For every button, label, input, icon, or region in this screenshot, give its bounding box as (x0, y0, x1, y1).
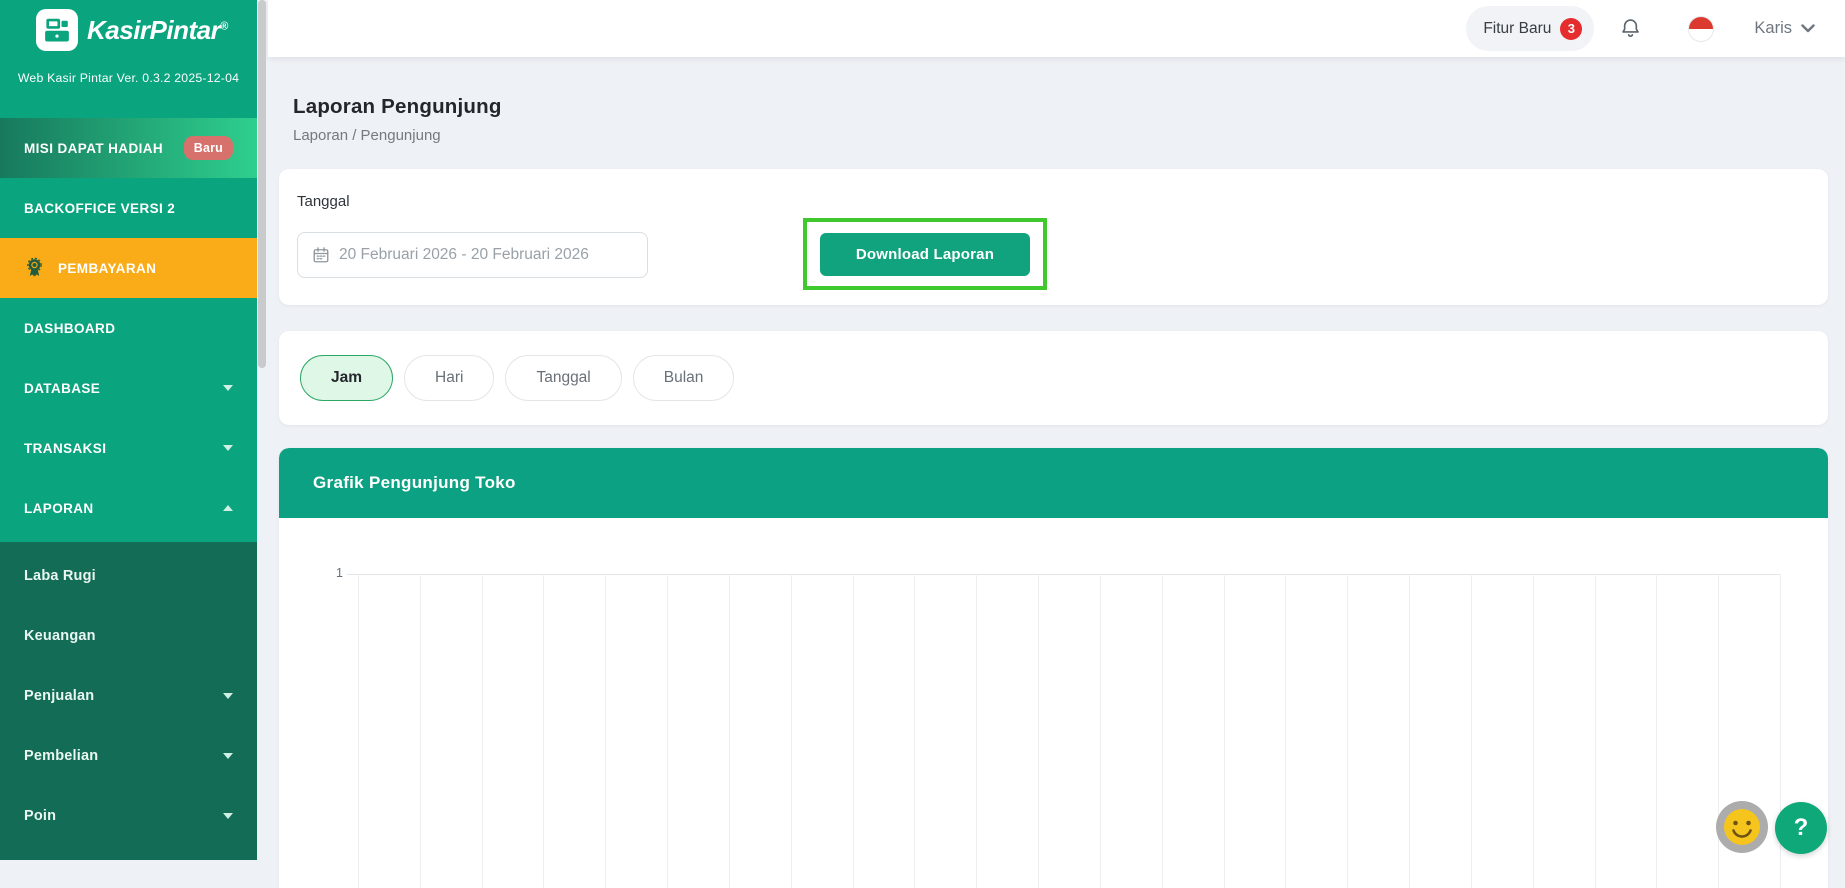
breadcrumb: Laporan / Pengunjung (293, 127, 502, 144)
sidebar-item-label: TRANSAKSI (24, 441, 106, 456)
language-flag-indonesia[interactable] (1688, 16, 1714, 42)
smiley-icon (1716, 801, 1768, 853)
y-gridline-top (347, 574, 1780, 575)
sidebar-item-label: DASHBOARD (24, 321, 115, 336)
chevron-down-icon (1801, 24, 1815, 33)
x-gridline (1224, 574, 1225, 888)
interval-tabs: JamHariTanggal Bulan (300, 355, 734, 401)
chart-plot-area: 1 (279, 518, 1828, 888)
sidebar-submenu-laporan: Laba Rugi Keuangan Penjualan Pembelian Poin (0, 542, 257, 860)
x-gridline (791, 574, 792, 888)
x-gridline (1471, 574, 1472, 888)
x-gridline (420, 574, 421, 888)
cash-register-icon (36, 9, 78, 51)
app-version: Web Kasir Pintar Ver. 0.3.2 2025-12-04 (0, 71, 257, 85)
x-gridline (605, 574, 606, 888)
sidebar-item-label: BACKOFFICE VERSI 2 (24, 201, 175, 216)
x-gridline (976, 574, 977, 888)
chart-title: Grafik Pengunjung Toko (313, 473, 516, 493)
caret-down-icon (223, 753, 233, 759)
caret-up-icon (223, 505, 233, 511)
tab-bulan[interactable]: Bulan (633, 355, 735, 401)
x-gridline (1533, 574, 1534, 888)
fitur-baru-button[interactable]: Fitur Baru 3 (1466, 6, 1594, 51)
x-gridline (1409, 574, 1410, 888)
x-gridline (1285, 574, 1286, 888)
submenu-item-label: Laba Rugi (24, 568, 96, 584)
sidebar-item-database[interactable]: DATABASE (0, 358, 257, 418)
sidebar: KasirPintar® Web Kasir Pintar Ver. 0.3.2… (0, 0, 257, 860)
date-range-input[interactable]: 20 Februari 2026 - 20 Februari 2026 (297, 232, 648, 278)
sidebar-item-label: LAPORAN (24, 501, 94, 516)
x-gridline (1162, 574, 1163, 888)
x-gridline (482, 574, 483, 888)
download-laporan-button[interactable]: Download Laporan (820, 233, 1030, 276)
sidebar-item-dashboard[interactable]: DASHBOARD (0, 298, 257, 358)
user-name: Karis (1754, 19, 1792, 38)
submenu-item-pembelian[interactable]: Pembelian (0, 726, 257, 786)
user-menu[interactable]: Karis (1754, 19, 1815, 38)
bell-icon (1619, 17, 1642, 40)
sidebar-item-transaksi[interactable]: TRANSAKSI (0, 418, 257, 478)
submenu-item-laba-rugi[interactable]: Laba Rugi (0, 546, 257, 606)
submenu-item-label: Pembelian (24, 748, 98, 764)
x-gridline (853, 574, 854, 888)
submenu-item-label: Keuangan (24, 628, 96, 644)
submenu-item-penjualan[interactable]: Penjualan (0, 666, 257, 726)
page-head: Laporan Pengunjung Laporan / Pengunjung (293, 95, 502, 144)
fitur-baru-count-badge: 3 (1560, 18, 1582, 40)
x-gridline (543, 574, 544, 888)
caret-down-icon (223, 385, 233, 391)
x-gridline (1100, 574, 1101, 888)
x-gridline (667, 574, 668, 888)
submenu-item-keuangan[interactable]: Keuangan (0, 606, 257, 666)
action-highlight-frame: Download Laporan (803, 218, 1047, 290)
x-gridline (1347, 574, 1348, 888)
y-axis-tick-1: 1 (319, 566, 343, 580)
notifications-button[interactable] (1619, 17, 1642, 40)
sidebar-nav: MISI DAPAT HADIAH Baru BACKOFFICE VERSI 2 P… (0, 118, 257, 538)
submenu-item-label: Poin (24, 808, 56, 824)
fitur-baru-label: Fitur Baru (1483, 20, 1551, 38)
sidebar-item-backoffice-versi-2[interactable]: BACKOFFICE VERSI 2 (0, 178, 257, 238)
caret-down-icon (223, 813, 233, 819)
x-gridline (729, 574, 730, 888)
feedback-smiley-button[interactable] (1716, 801, 1768, 853)
sidebar-item-label: DATABASE (24, 381, 100, 396)
date-range-value: 20 Februari 2026 - 20 Februari 2026 (339, 246, 589, 264)
sidebar-item-laporan[interactable]: LAPORAN (0, 478, 257, 538)
brand-name: KasirPintar® (87, 15, 228, 46)
sidebar-item-label: MISI DAPAT HADIAH (24, 141, 163, 156)
calendar-icon (312, 246, 330, 264)
chart-header: Grafik Pengunjung Toko (279, 448, 1828, 518)
x-gridline (1595, 574, 1596, 888)
tab-hari[interactable]: Hari (404, 355, 494, 401)
x-gridline (914, 574, 915, 888)
x-gridline (1656, 574, 1657, 888)
submenu-item-poin[interactable]: Poin (0, 786, 257, 846)
question-mark-icon: ? (1794, 814, 1809, 842)
page-title: Laporan Pengunjung (293, 95, 502, 119)
caret-down-icon (223, 693, 233, 699)
sidebar-item-pembayaran[interactable]: PEMBAYARAN (0, 238, 257, 298)
tab-jam[interactable]: Jam (300, 355, 393, 401)
main-area: Fitur Baru 3 Karis Laporan Pengunjung La… (268, 0, 1845, 860)
date-filter-card: Tanggal 20 Februari 2026 - 20 Februari 2… (279, 169, 1828, 305)
help-button[interactable]: ? (1775, 802, 1827, 854)
submenu-item-label: Penjualan (24, 688, 94, 704)
sidebar-item-label: PEMBAYARAN (58, 261, 156, 276)
visitor-chart-card: Grafik Pengunjung Toko 1 (279, 448, 1828, 888)
sidebar-scrollbar[interactable] (258, 0, 266, 368)
topbar: Fitur Baru 3 Karis (268, 0, 1845, 57)
caret-down-icon (223, 445, 233, 451)
interval-tabs-card: JamHariTanggal Bulan (279, 331, 1828, 425)
x-gridline (358, 574, 359, 888)
tab-tanggal[interactable]: Tanggal (505, 355, 621, 401)
date-filter-label: Tanggal (297, 193, 350, 210)
award-icon (24, 257, 45, 280)
sidebar-item-misi-dapat-hadiah[interactable]: MISI DAPAT HADIAH Baru (0, 118, 257, 178)
brand-logo[interactable]: KasirPintar® (36, 9, 228, 51)
x-gridline (1038, 574, 1039, 888)
baru-badge: Baru (184, 136, 233, 160)
